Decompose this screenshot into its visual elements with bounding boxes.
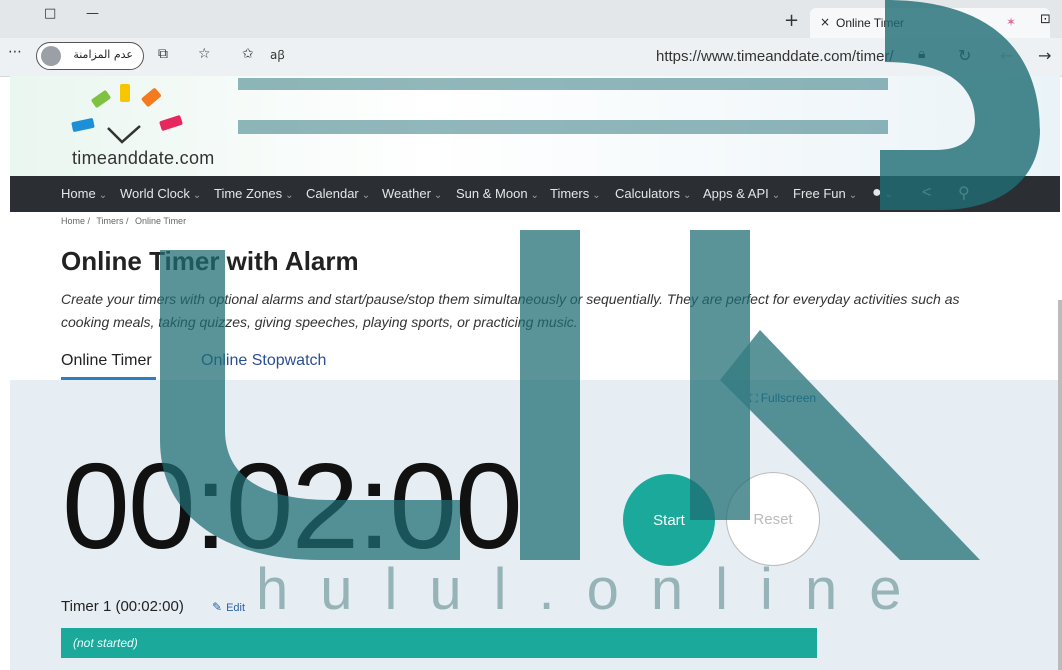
avatar bbox=[41, 46, 61, 66]
back-icon[interactable]: → bbox=[1038, 46, 1051, 65]
close-tab-icon[interactable]: × bbox=[820, 15, 830, 29]
logo-pink-ray bbox=[159, 115, 183, 131]
favorites-icon[interactable]: ☆ bbox=[198, 46, 211, 62]
nav-item-time-zones[interactable]: Time Zones ⌄ bbox=[214, 186, 294, 201]
restore-window-icon[interactable]: □ bbox=[44, 6, 56, 21]
pencil-icon: ✎ bbox=[212, 600, 223, 614]
start-button[interactable]: Start bbox=[623, 474, 715, 566]
fullscreen-icon: ⛶ bbox=[750, 392, 758, 405]
profile-button[interactable]: عدم المزامنة bbox=[36, 42, 144, 70]
breadcrumb-home[interactable]: Home / bbox=[61, 216, 90, 226]
tab-online-stopwatch[interactable]: Online Stopwatch bbox=[201, 352, 326, 370]
page-intro: Create your timers with optional alarms … bbox=[61, 291, 960, 330]
read-aloud-icon[interactable]: aꞵ bbox=[270, 46, 285, 63]
edit-timer-link[interactable]: ✎ Edit bbox=[212, 600, 245, 614]
main-nav: Home ⌄ World Clock ⌄ Time Zones ⌄ Calendar ⌄… bbox=[10, 176, 1060, 212]
nav-item-weather[interactable]: Weather ⌄ bbox=[382, 186, 442, 201]
add-favorite-icon[interactable]: ✩ bbox=[242, 46, 254, 62]
more-icon[interactable]: ⋯ bbox=[8, 44, 22, 60]
share-icon[interactable]: < bbox=[922, 184, 931, 202]
browser-chrome: □ — + × Online Timer ✶ ⊡ ⋯ عدم المزامنة … bbox=[0, 0, 1062, 77]
lock-icon[interactable]: 🔒︎ bbox=[918, 46, 925, 62]
minimize-window-icon[interactable]: — bbox=[86, 6, 99, 21]
collections-icon[interactable]: ⧉ bbox=[158, 46, 168, 62]
timer-display: 00:02:00 bbox=[62, 438, 523, 574]
nav-item-calendar[interactable]: Calendar ⌄ bbox=[306, 186, 370, 201]
breadcrumb-current: Online Timer bbox=[135, 216, 187, 226]
nav-item-calculators[interactable]: Calculators ⌄ bbox=[615, 186, 691, 201]
forward-icon[interactable]: ← bbox=[1000, 46, 1013, 65]
timer-status-bar: (not started) bbox=[61, 628, 817, 658]
breadcrumb-timers[interactable]: Timers / bbox=[96, 216, 128, 226]
watermark-text: hulul.online bbox=[256, 557, 934, 622]
new-tab-icon[interactable]: + bbox=[784, 10, 799, 31]
profile-label: عدم المزامنة bbox=[73, 48, 133, 61]
logo-orange-ray bbox=[141, 88, 161, 107]
url-field[interactable]: https://www.timeanddate.com/timer/ bbox=[656, 48, 894, 65]
nav-item-home[interactable]: Home ⌄ bbox=[61, 186, 107, 201]
tab-online-timer[interactable]: Online Timer bbox=[61, 352, 152, 370]
account-icon[interactable]: ● ⌄ bbox=[872, 184, 893, 202]
reset-button[interactable]: Reset bbox=[726, 472, 820, 566]
nav-item-sun-moon[interactable]: Sun & Moon ⌄ bbox=[456, 186, 539, 201]
logo-green-ray bbox=[91, 90, 111, 108]
fullscreen-link[interactable]: ⛶ Fullscreen bbox=[750, 391, 816, 406]
logo-blue-ray bbox=[71, 118, 95, 132]
logo-text[interactable]: timeanddate.com bbox=[72, 148, 215, 169]
page-scrollbar[interactable] bbox=[1058, 300, 1062, 670]
browser-tab[interactable]: × Online Timer ✶ bbox=[810, 8, 1050, 38]
breadcrumb: Home / Timers / Online Timer bbox=[61, 216, 190, 226]
nav-item-free-fun[interactable]: Free Fun ⌄ bbox=[793, 186, 857, 201]
nav-item-apps-api[interactable]: Apps & API ⌄ bbox=[703, 186, 780, 201]
tab-favicon-icon: ✶ bbox=[1006, 15, 1017, 29]
timer-name: Timer 1 (00:02:00) bbox=[61, 598, 184, 615]
logo-yellow-ray bbox=[120, 84, 130, 102]
timer-status-text: (not started) bbox=[73, 636, 138, 650]
tab-title: Online Timer bbox=[836, 16, 905, 30]
refresh-icon[interactable]: ↻ bbox=[958, 46, 971, 65]
page-title: Online Timer with Alarm bbox=[61, 246, 359, 276]
nav-item-timers[interactable]: Timers ⌄ bbox=[550, 186, 601, 201]
nav-item-world-clock[interactable]: World Clock ⌄ bbox=[120, 186, 201, 201]
tab-actions-icon[interactable]: ⊡ bbox=[1040, 12, 1051, 27]
logo-check bbox=[107, 125, 141, 144]
search-icon[interactable]: ⚲ bbox=[958, 183, 970, 203]
